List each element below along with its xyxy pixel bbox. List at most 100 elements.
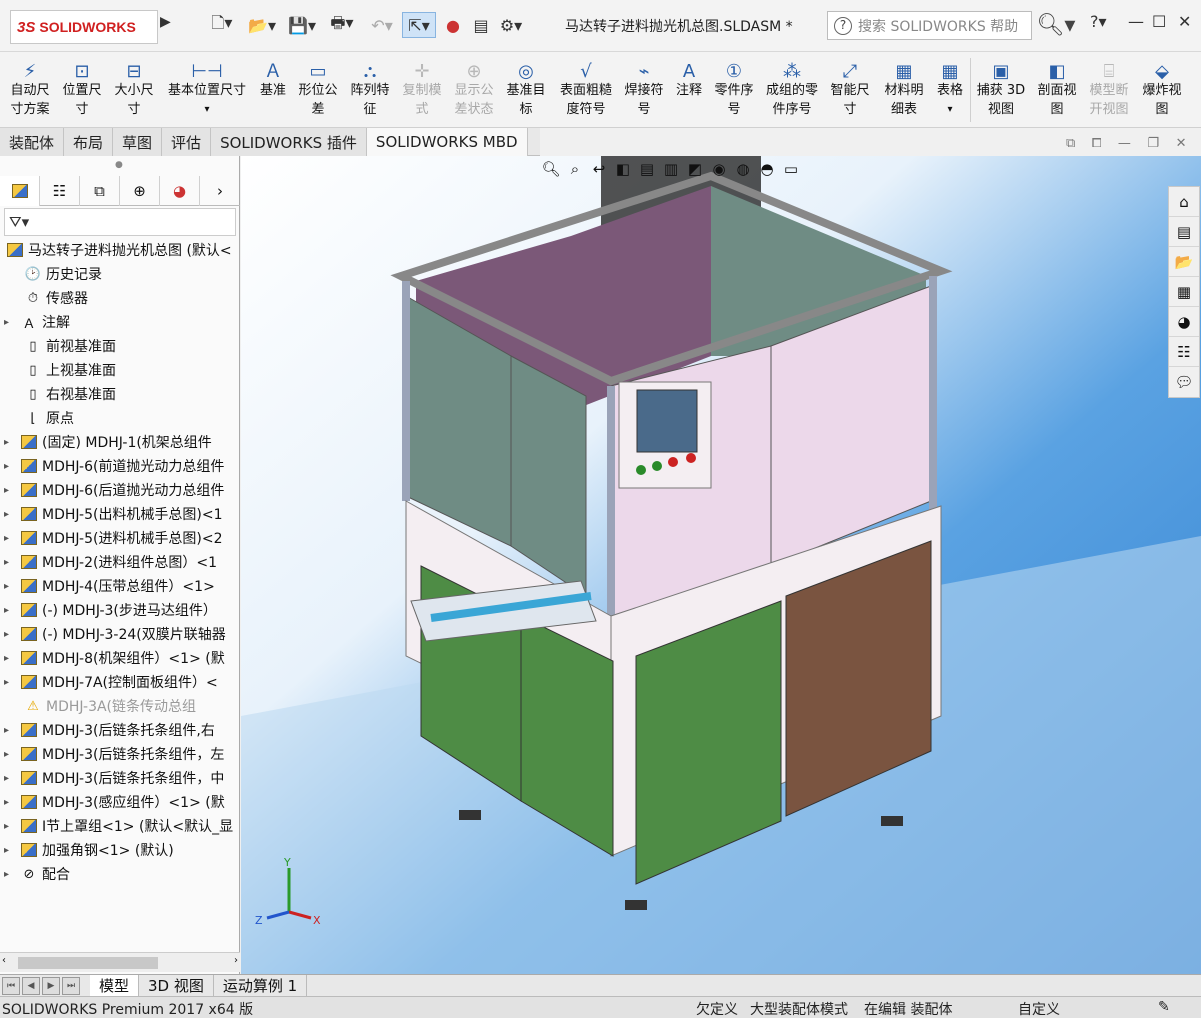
tab-layout[interactable]: 布局 <box>64 128 114 156</box>
configurationmanager-icon[interactable]: ⧉ <box>80 176 120 206</box>
tile-icon[interactable]: ⧉ <box>1066 136 1075 151</box>
tool-size-dimension[interactable]: ⊟ 大小尺寸 <box>110 56 158 119</box>
file-properties-icon[interactable]: ▤ <box>468 12 494 38</box>
expand-arrow-icon[interactable]: ▸ <box>4 869 14 880</box>
tree-item[interactable]: ▸ MDHJ-6(后道抛光动力总组件 <box>0 478 240 502</box>
zoom-to-fit-icon[interactable]: 🔍︎ <box>541 160 561 182</box>
expand-arrow-icon[interactable]: ▸ <box>4 509 14 520</box>
tab-model[interactable]: 模型 <box>90 974 140 997</box>
tree-item[interactable]: ▸ MDHJ-3(后链条托条组件，中 <box>0 766 240 790</box>
tree-item[interactable]: ▸ MDHJ-2(进料组件总图）<1 <box>0 550 240 574</box>
tree-item[interactable]: ▯ 右视基准面 <box>0 382 240 406</box>
expand-arrow-icon[interactable]: ▸ <box>4 533 14 544</box>
tool-explode-view[interactable]: ⬙ 爆炸视图 <box>1138 56 1186 119</box>
tool-model-break-view[interactable]: ⌸ 模型断 开视图 <box>1084 56 1134 119</box>
tree-item[interactable]: ▸ Ａ 注解 <box>0 310 240 334</box>
tree-item[interactable]: ▸ I节上罩组<1> (默认<默认_显 <box>0 814 240 838</box>
tree-item[interactable]: ▸ MDHJ-7A(控制面板组件）< <box>0 670 240 694</box>
restore-icon[interactable]: ⧠ <box>1092 136 1102 151</box>
tab-evaluate[interactable]: 评估 <box>162 128 212 156</box>
expand-arrow-icon[interactable]: ▸ <box>4 845 14 856</box>
tree-item[interactable]: ▯ 前视基准面 <box>0 334 240 358</box>
close-button[interactable]: ✕ <box>1178 12 1191 31</box>
view-orientation-icon[interactable]: ▥ <box>661 160 681 182</box>
expand-arrow-icon[interactable]: ▸ <box>4 605 14 616</box>
edit-appearance-icon[interactable]: ◍ <box>733 160 753 182</box>
tab-addins[interactable]: SOLIDWORKS 插件 <box>211 128 367 156</box>
propertymanager-icon[interactable]: ☷ <box>40 176 80 206</box>
tool-capture-3d-view[interactable]: ▣ 捕获 3D 视图 <box>974 56 1028 119</box>
tool-basic-location-dimension[interactable]: ⊢⊣ 基本位置尺寸 ▾ <box>162 56 252 119</box>
forum-icon[interactable]: 💬︎ <box>1169 367 1199 397</box>
tree-item[interactable]: ⌊ 原点 <box>0 406 240 430</box>
expand-arrow-icon[interactable]: ▸ <box>4 317 14 328</box>
search-box[interactable]: ? 搜索 SOLIDWORKS 帮助 <box>827 11 1032 40</box>
search-input[interactable]: 搜索 SOLIDWORKS 帮助 <box>858 16 1018 36</box>
tool-auto-dimension[interactable]: ⚡ 自动尺 寸方案 <box>6 56 54 119</box>
expand-arrow-icon[interactable]: ▸ <box>4 725 14 736</box>
tree-item[interactable]: ▸ (-) MDHJ-3-24(双膜片联轴器 <box>0 622 240 646</box>
tree-filter[interactable]: ⛛▾ <box>4 208 236 236</box>
tree-item[interactable]: ▸ MDHJ-3(感应组件）<1> (默 <box>0 790 240 814</box>
tool-surface-finish[interactable]: √ 表面粗糙 度符号 <box>554 56 618 119</box>
apply-scene-icon[interactable]: ◓ <box>757 160 777 182</box>
panel-handle-icon[interactable]: ● <box>115 160 123 170</box>
open-folder-icon[interactable]: 📂▾ <box>244 12 280 38</box>
tool-smart-dimension[interactable]: ⤢ 智能尺寸 <box>826 56 874 119</box>
maximize-button[interactable]: ☐ <box>1152 12 1166 31</box>
tool-balloon[interactable]: ① 零件序号 <box>710 56 758 119</box>
save-icon[interactable]: 💾▾ <box>284 12 320 38</box>
expand-arrow-icon[interactable]: ▸ <box>4 749 14 760</box>
status-custom[interactable]: 自定义 <box>1018 999 1060 1018</box>
view-settings-icon[interactable]: ▭ <box>781 160 801 182</box>
home-icon[interactable]: ⌂ <box>1169 187 1199 217</box>
chevron-right-icon[interactable]: › <box>200 176 240 206</box>
graphics-area[interactable]: Y X Z 🔍︎ ⌕ ↩ ◧ ▤ ▥ ◩ ◉ ◍ ◓ ▭ <box>241 156 1201 974</box>
expand-arrow-icon[interactable]: ▸ <box>4 677 14 688</box>
restore-view-icon[interactable]: ❐ <box>1147 136 1159 151</box>
expand-arrow-icon[interactable]: ▸ <box>4 797 14 808</box>
expand-arrow-icon[interactable]: ▸ <box>4 437 14 448</box>
tool-pattern-feature[interactable]: ⛬ 阵列特征 <box>346 56 394 119</box>
options-gear-icon[interactable]: ⚙▾ <box>494 12 528 38</box>
expand-arrow-icon[interactable]: ▸ <box>4 821 14 832</box>
tree-item[interactable]: ▸ MDHJ-3(后链条托条组件，左 <box>0 742 240 766</box>
expand-arrow-icon[interactable]: ▸ <box>4 485 14 496</box>
hide-show-icon[interactable]: ◉ <box>709 160 729 182</box>
tree-item[interactable]: ▸ ⊘ 配合 <box>0 862 240 886</box>
dimxpert-icon[interactable]: ⊕ <box>120 176 160 206</box>
tree-item[interactable]: ⏱ 传感器 <box>0 286 240 310</box>
first-tab-icon[interactable]: ⏮ <box>2 976 20 995</box>
tree-item[interactable]: ▸ MDHJ-3(后链条托条组件,右 <box>0 718 240 742</box>
prev-tab-icon[interactable]: ◀ <box>22 976 40 995</box>
tab-3d-views[interactable]: 3D 视图 <box>139 974 214 997</box>
expand-arrow-icon[interactable]: ▸ <box>4 461 14 472</box>
tool-note[interactable]: A 注释 <box>670 56 708 100</box>
tree-item[interactable]: ▸ MDHJ-4(压带总组件）<1> <box>0 574 240 598</box>
expand-arrow-icon[interactable]: ▸ <box>4 773 14 784</box>
undo-icon[interactable]: ↶▾ <box>364 12 400 38</box>
tab-sketch[interactable]: 草图 <box>113 128 163 156</box>
next-tab-icon[interactable]: ▶ <box>42 976 60 995</box>
print-icon[interactable]: 🖶▾ <box>324 12 360 38</box>
minimize-button[interactable]: — <box>1128 12 1144 31</box>
tab-assembly[interactable]: 装配体 <box>0 128 65 156</box>
rebuild-light-icon[interactable]: ● <box>440 12 466 38</box>
tree-item[interactable]: ⚠ MDHJ-3A(链条传动总组 <box>0 694 240 718</box>
zoom-area-icon[interactable]: ⌕ <box>565 160 585 182</box>
tool-stacked-balloon[interactable]: ⁂ 成组的零 件序号 <box>760 56 824 119</box>
tool-table[interactable]: ▦ 表格 ▾ <box>932 56 968 119</box>
tree-item[interactable]: ▸ 加强角钢<1> (默认) <box>0 838 240 862</box>
dynamic-annotation-icon[interactable]: ▤ <box>637 160 657 182</box>
close-view-icon[interactable]: ✕ <box>1176 136 1187 151</box>
solidworks-logo[interactable]: 3S SOLIDWORKS <box>10 10 158 44</box>
help-button[interactable]: ?▾ <box>1090 12 1107 31</box>
display-style-icon[interactable]: ◩ <box>685 160 705 182</box>
horizontal-scrollbar[interactable]: ‹ › <box>0 952 240 972</box>
tab-motion-study[interactable]: 运动算例 1 <box>214 974 308 997</box>
display-manager-icon[interactable]: ◕ <box>160 176 200 206</box>
previous-view-icon[interactable]: ↩ <box>589 160 609 182</box>
tree-item[interactable]: ▸ (-) MDHJ-3(步进马达组件） <box>0 598 240 622</box>
tool-bill-of-materials[interactable]: ▦ 材料明 细表 <box>878 56 930 119</box>
tool-datum[interactable]: Ａ 基准 <box>254 56 292 100</box>
